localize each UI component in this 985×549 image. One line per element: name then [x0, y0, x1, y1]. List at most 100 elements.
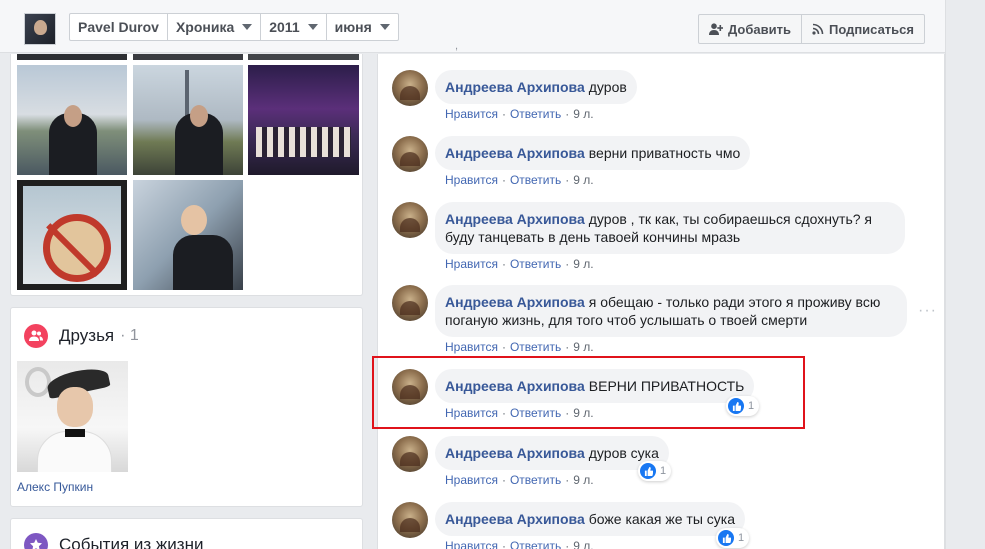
comment-time[interactable]: 9 л.: [573, 539, 593, 549]
like-icon: [640, 463, 656, 479]
background-ring: [25, 367, 51, 397]
like-link[interactable]: Нравится: [445, 473, 498, 487]
reply-link[interactable]: Ответить: [510, 107, 561, 121]
friends-icon: [24, 324, 48, 348]
life-events-title[interactable]: События из жизни: [59, 535, 203, 549]
more-options-icon[interactable]: ···: [918, 302, 937, 320]
comment-actions: Нравится · Ответить · 9 л.: [445, 539, 594, 549]
comment-time[interactable]: 9 л.: [573, 473, 593, 487]
person-head: [190, 105, 208, 127]
photo-thumbnail[interactable]: [17, 180, 127, 290]
comment-author[interactable]: Андреева Архипова: [445, 79, 585, 95]
comment-bubble: Андреева Архипова дуров , тк как, ты соби…: [435, 202, 905, 254]
add-friend-label: Добавить: [728, 21, 791, 37]
commenter-avatar[interactable]: [392, 436, 428, 472]
reply-link[interactable]: Ответить: [510, 539, 561, 549]
header-actions: Добавить Подписаться: [698, 14, 925, 44]
photos-card: [10, 54, 363, 296]
comment-bubble: Андреева Архипова дуров сука: [435, 436, 669, 470]
friend-face: [57, 387, 93, 427]
photo-thumbnail[interactable]: [248, 54, 359, 60]
reply-link[interactable]: Ответить: [510, 257, 561, 271]
comment-text: боже какая же ты сука: [588, 511, 735, 527]
group-figures: [256, 127, 351, 157]
person-figure: [173, 235, 233, 290]
star-icon: [24, 533, 48, 549]
life-events-card: События из жизни: [10, 518, 363, 549]
comment-bubble: Андреева Архипова боже какая же ты сука: [435, 502, 745, 536]
comment-author[interactable]: Андреева Архипова: [445, 211, 585, 227]
person-head: [181, 205, 207, 235]
timeline-header-bar: Pavel Durov Хроника 2011 июня Добавить П…: [0, 0, 945, 53]
no-entry-sign: [43, 214, 111, 282]
highlight-box: [372, 356, 805, 429]
comment-actions: Нравится · Ответить · 9 л.: [445, 340, 594, 354]
reply-link[interactable]: Ответить: [510, 173, 561, 187]
comment-time[interactable]: 9 л.: [573, 107, 593, 121]
comment-author[interactable]: Андреева Архипова: [445, 511, 585, 527]
profile-avatar[interactable]: [24, 13, 56, 45]
photo-thumbnail[interactable]: [17, 54, 127, 60]
person-head: [64, 105, 82, 127]
comment-time[interactable]: 9 л.: [573, 340, 593, 354]
like-icon: [718, 530, 734, 546]
breadcrumb-profile-name[interactable]: Pavel Durov: [69, 13, 168, 41]
like-link[interactable]: Нравится: [445, 173, 498, 187]
commenter-avatar[interactable]: [392, 70, 428, 106]
comment-actions: Нравится · Ответить · 9 л.: [445, 473, 594, 487]
photo-thumbnail[interactable]: [17, 65, 127, 175]
reply-link[interactable]: Ответить: [510, 473, 561, 487]
comment-author[interactable]: Андреева Архипова: [445, 145, 585, 161]
rss-icon: [812, 23, 824, 35]
comment-text: верни приватность чмо: [588, 145, 741, 161]
commenter-avatar[interactable]: [392, 202, 428, 238]
reaction-count: 1: [738, 532, 745, 544]
reply-link[interactable]: Ответить: [510, 340, 561, 354]
reaction-count: 1: [660, 465, 667, 477]
comment-time[interactable]: 9 л.: [573, 257, 593, 271]
photo-thumbnail[interactable]: [133, 65, 243, 175]
breadcrumb-year-dropdown[interactable]: 2011: [260, 13, 327, 41]
photo-thumbnail[interactable]: [248, 65, 359, 175]
bow-tie: [65, 429, 85, 437]
commenter-avatar[interactable]: [392, 502, 428, 538]
friend-photo[interactable]: [17, 361, 128, 472]
friends-card: Друзья · 1 Алекс Пупкин: [10, 307, 363, 507]
subscribe-button[interactable]: Подписаться: [800, 14, 925, 44]
friends-count: · 1: [120, 327, 139, 344]
like-link[interactable]: Нравится: [445, 107, 498, 121]
comment-text: дуров: [588, 79, 627, 95]
like-link[interactable]: Нравится: [445, 340, 498, 354]
comment-bubble: Андреева Архипова дуров: [435, 70, 637, 104]
comment-actions: Нравится · Ответить · 9 л.: [445, 173, 594, 187]
photo-thumbnail[interactable]: [133, 180, 243, 290]
commenter-avatar[interactable]: [392, 285, 428, 321]
breadcrumb-month-dropdown[interactable]: июня: [325, 13, 399, 41]
life-events-header[interactable]: События из жизни: [24, 533, 203, 549]
comment-actions: Нравится · Ответить · 9 л.: [445, 257, 594, 271]
reaction-count-badge[interactable]: 1: [716, 528, 750, 548]
chevron-down-icon: [307, 24, 318, 30]
friends-title[interactable]: Друзья: [59, 326, 114, 346]
breadcrumb-section-dropdown[interactable]: Хроника: [166, 13, 262, 41]
add-friend-button[interactable]: Добавить: [698, 14, 802, 44]
right-gutter: [945, 0, 985, 549]
comment-author[interactable]: Андреева Архипова: [445, 445, 585, 461]
friend-name-link[interactable]: Алекс Пупкин: [17, 480, 93, 494]
chevron-down-icon: [379, 24, 390, 30]
comment-bubble: Андреева Архипова верни приватность чмо: [435, 136, 751, 170]
subscribe-label: Подписаться: [828, 21, 914, 37]
commenter-avatar[interactable]: [392, 136, 428, 172]
breadcrumb: Pavel Durov Хроника 2011 июня: [69, 13, 399, 41]
photo-thumbnail[interactable]: [133, 54, 243, 60]
friends-card-header[interactable]: Друзья · 1: [24, 324, 139, 348]
friend-shirt: [37, 431, 112, 472]
reaction-count-badge[interactable]: 1: [638, 461, 672, 481]
comment-bubble: Андреева Архипова я обещаю - только ради …: [435, 285, 907, 337]
comment-author[interactable]: Андреева Архипова: [445, 294, 585, 310]
comment-text: дуров сука: [588, 445, 659, 461]
add-user-icon: [709, 23, 723, 35]
comment-time[interactable]: 9 л.: [573, 173, 593, 187]
like-link[interactable]: Нравится: [445, 539, 498, 549]
like-link[interactable]: Нравится: [445, 257, 498, 271]
